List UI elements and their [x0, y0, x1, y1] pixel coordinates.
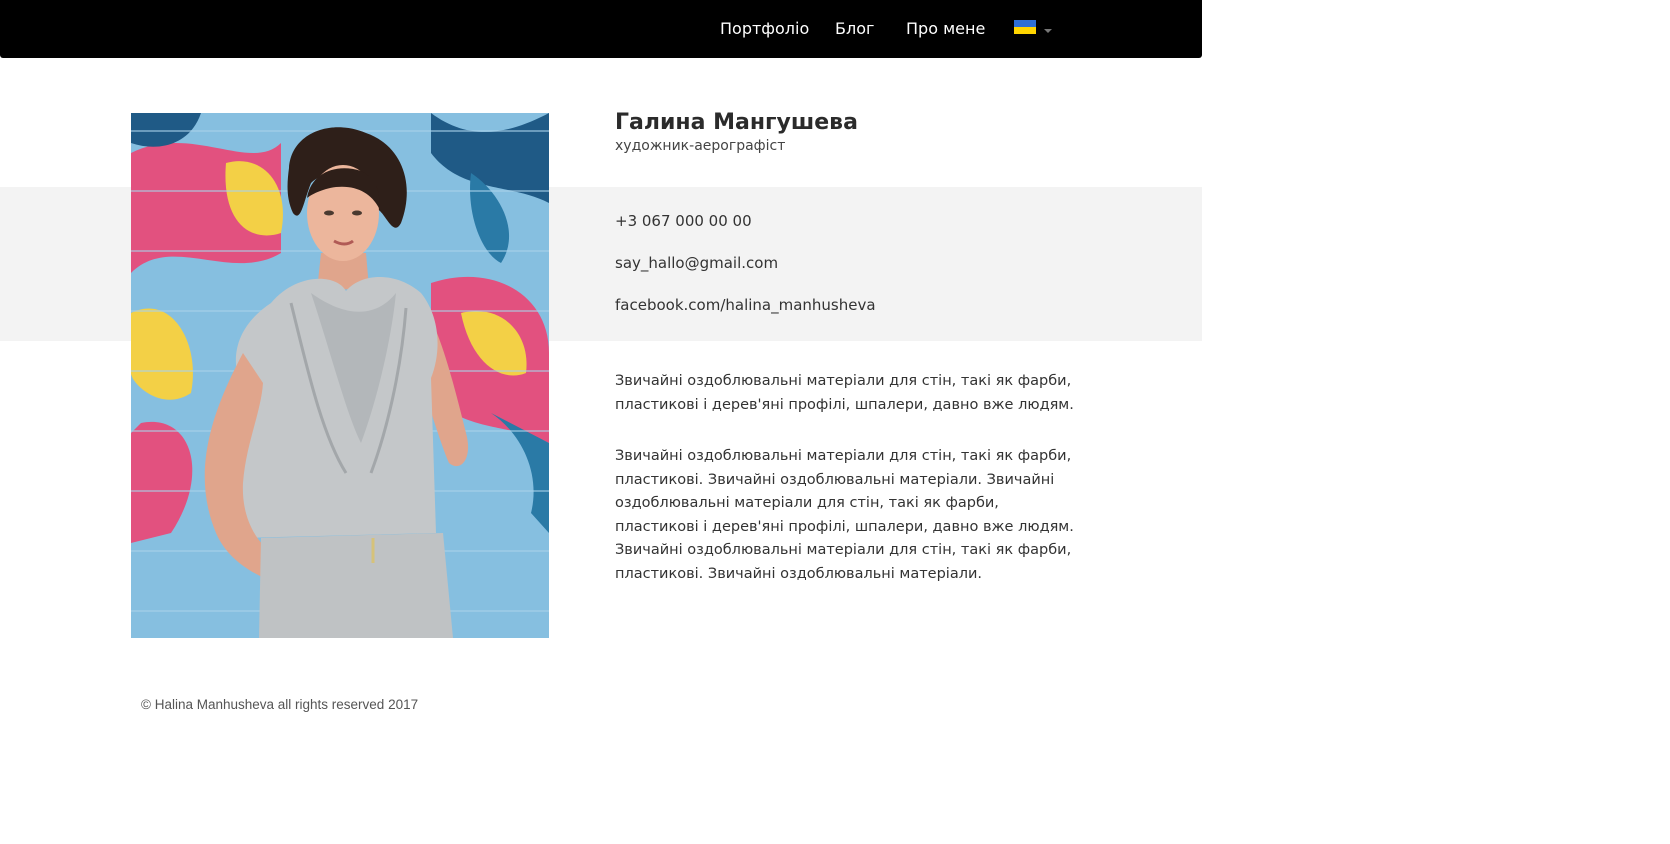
nav-link-about[interactable]: Про мене — [906, 19, 985, 38]
about-paragraph: Звичайні оздоблювальні матеріали для сті… — [615, 448, 1074, 582]
about-paragraph: Звичайні оздоблювальні матеріали для сті… — [615, 373, 1074, 413]
profile-title: художник-аерографіст — [615, 138, 786, 154]
profile-name: Галина Мангушева — [615, 110, 858, 135]
contact-facebook[interactable]: facebook.com/halina_manhusheva — [615, 296, 876, 314]
contact-phone[interactable]: +3 067 000 00 00 — [615, 212, 752, 230]
footer-copyright: © Halina Manhusheva all rights reserved … — [141, 697, 419, 712]
ukraine-flag-icon — [1014, 20, 1036, 34]
nav-link-blog[interactable]: Блог — [835, 19, 874, 38]
top-navbar: Портфоліо Блог Про мене — [0, 0, 1202, 58]
profile-photo — [131, 113, 549, 638]
chevron-down-icon — [1044, 29, 1052, 33]
contact-email[interactable]: say_hallo@gmail.com — [615, 254, 778, 272]
language-dropdown[interactable] — [1014, 20, 1054, 38]
nav-link-portfolio[interactable]: Портфоліо — [720, 19, 809, 38]
